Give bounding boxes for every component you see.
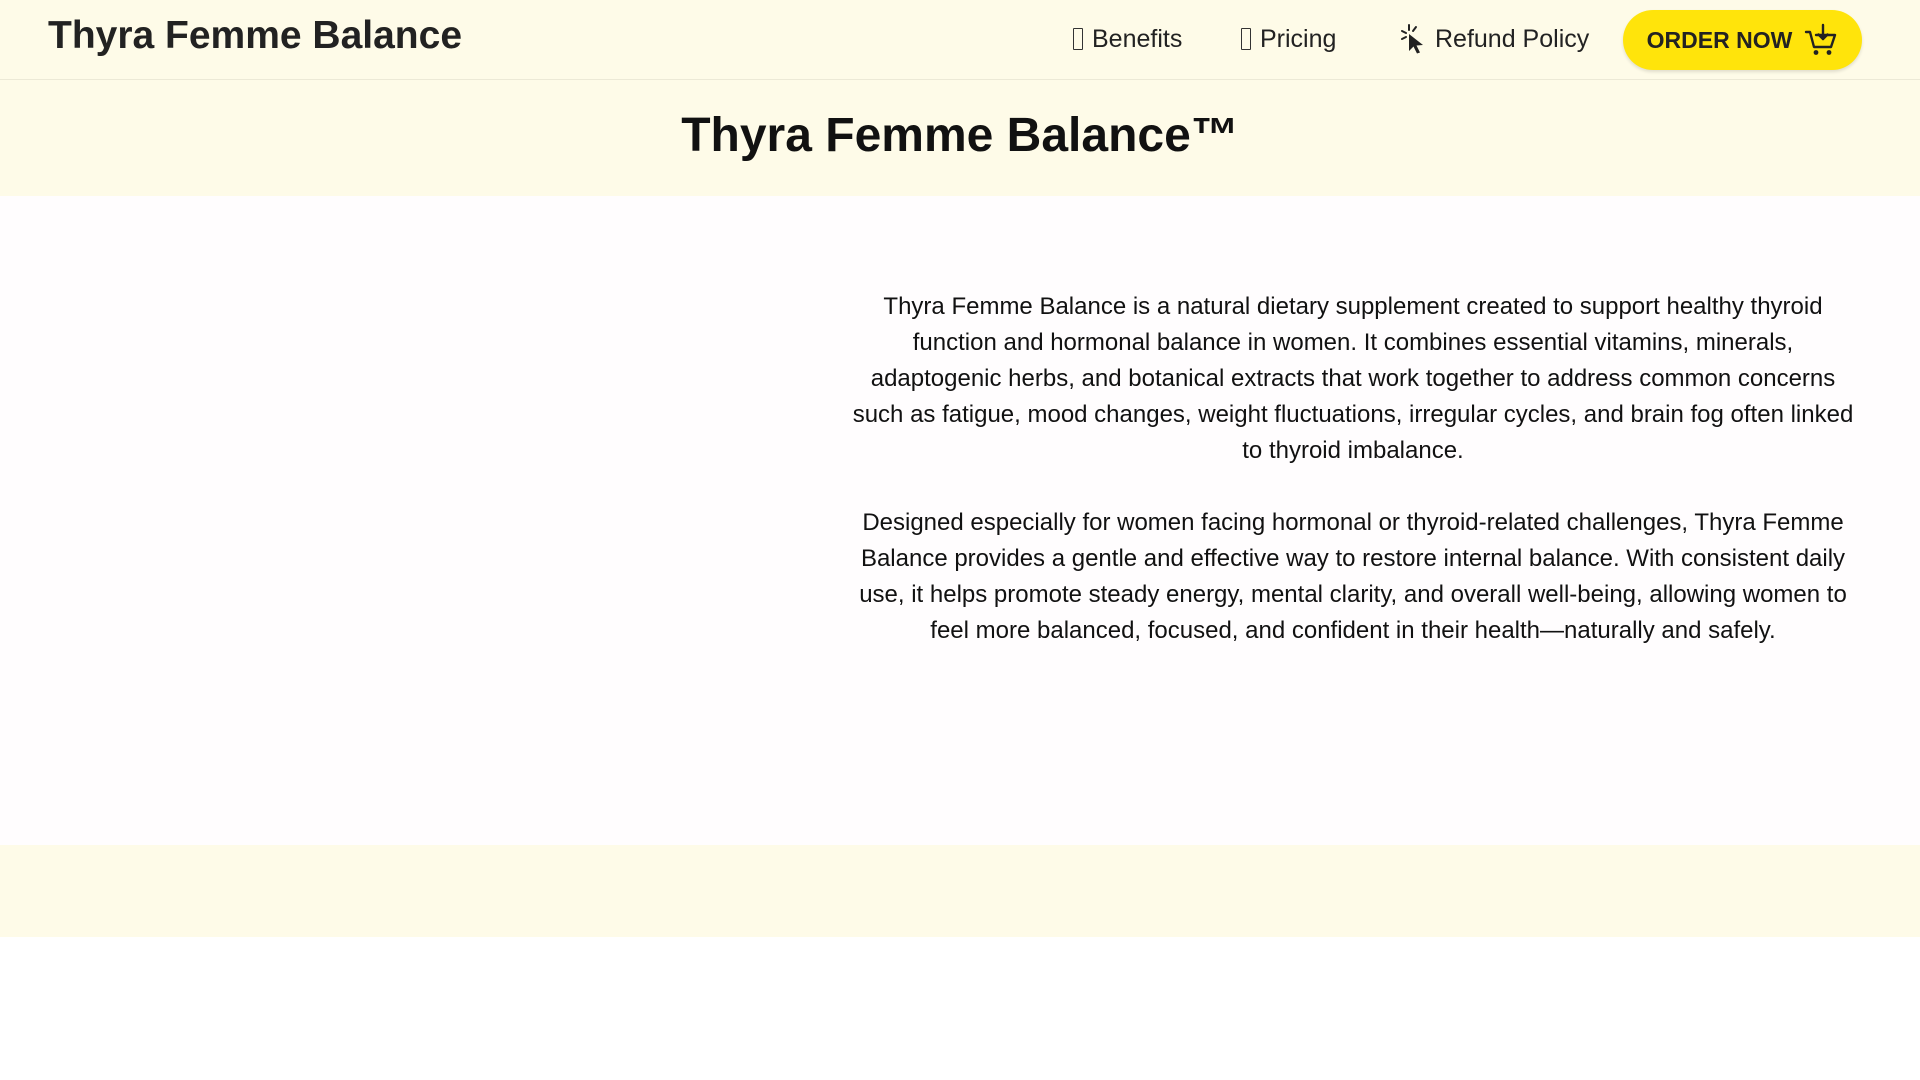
nav-link-label: Pricing — [1260, 24, 1337, 53]
cart-download-icon — [1805, 23, 1837, 55]
missing-glyph-icon — [1073, 28, 1083, 50]
nav-link-label: Refund Policy — [1435, 24, 1590, 53]
order-now-button[interactable]: ORDER NOW — [1623, 10, 1862, 70]
product-description: Thyra Femme Balance is a natural dietary… — [848, 289, 1858, 649]
nav-link-label: Benefits — [1092, 24, 1183, 53]
top-navbar: Thyra Femme Balance Benefits Pricing Ref… — [0, 0, 1920, 80]
product-image-placeholder — [0, 196, 840, 845]
cursor-click-icon — [1401, 24, 1423, 54]
product-intro-section: Thyra Femme Balance is a natural dietary… — [0, 196, 1920, 845]
nav-link-pricing[interactable]: Pricing — [1241, 21, 1336, 57]
page-title: Thyra Femme Balance™ — [681, 109, 1239, 162]
nav-link-benefits[interactable]: Benefits — [1073, 21, 1182, 57]
nav-link-refund-policy[interactable]: Refund Policy — [1400, 21, 1589, 57]
order-now-label: ORDER NOW — [1646, 26, 1793, 53]
missing-glyph-icon — [1241, 28, 1251, 50]
brand-logo-link[interactable]: Thyra Femme Balance — [48, 14, 462, 58]
description-paragraph: Thyra Femme Balance is a natural dietary… — [852, 293, 1854, 464]
lower-band-section — [0, 845, 1920, 937]
hero-section: Thyra Femme Balance™ — [0, 80, 1920, 196]
description-paragraph: Designed especially for women facing hor… — [859, 509, 1847, 644]
